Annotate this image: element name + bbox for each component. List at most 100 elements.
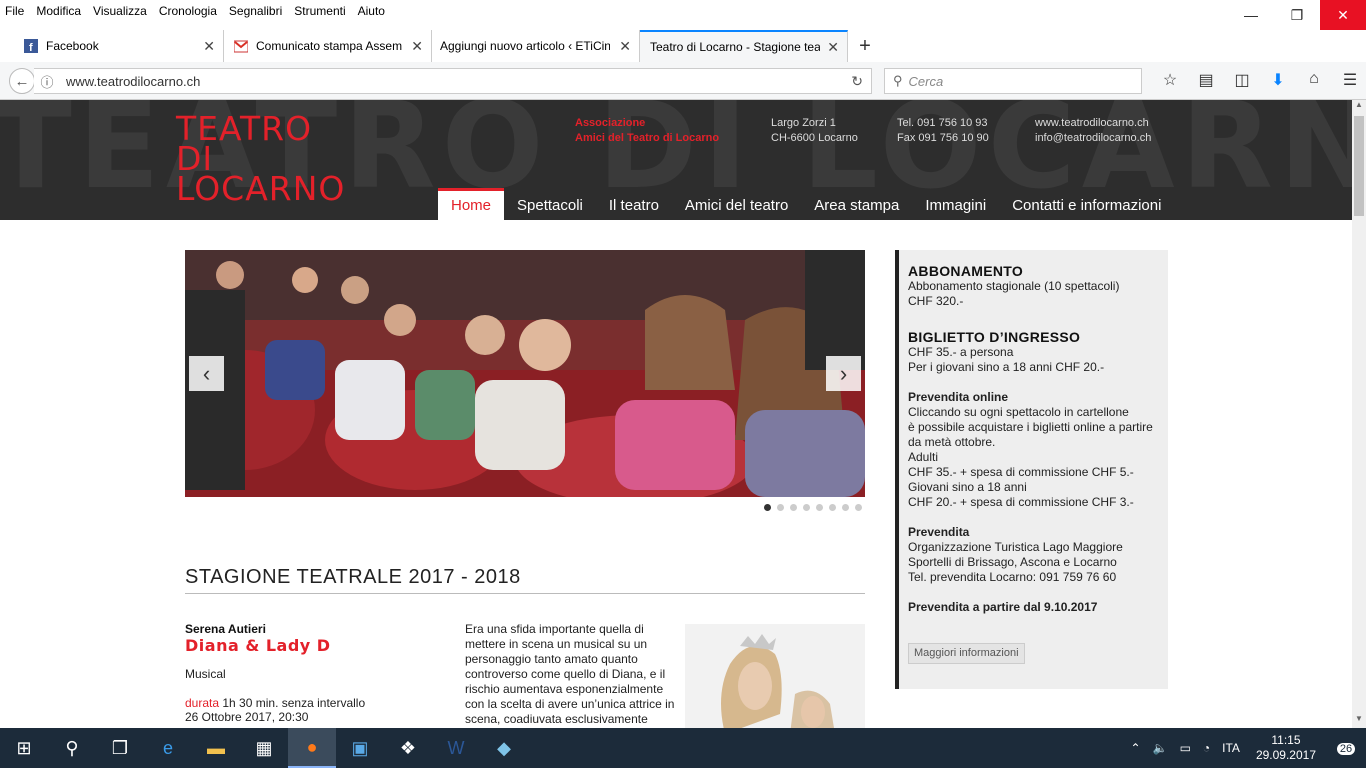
volume-icon[interactable]: 🔈	[1147, 741, 1174, 755]
duration-value: 1h 30 min. senza intervallo	[222, 696, 366, 710]
slider-dot[interactable]	[829, 504, 836, 511]
arrow-left-icon: ←	[14, 72, 30, 90]
prevendita-date: Prevendita a partire dal 9.10.2017	[908, 600, 1098, 614]
battery-icon[interactable]: ▭	[1174, 741, 1197, 755]
address-line: Largo Zorzi 1	[771, 117, 836, 129]
windows-taskbar: ⊞ ⚲ ❐ e ▬ ▦ ● ▣ ❖ W ◆ ⌃ 🔈 ▭ ◔ ITA 11:15 …	[0, 728, 1366, 768]
email-link[interactable]: info@teatrodilocarno.ch	[1035, 131, 1151, 146]
slider-dot[interactable]	[777, 504, 784, 511]
file-explorer-icon[interactable]: ▬	[192, 728, 240, 768]
phone-line: Tel. 091 756 10 93	[897, 117, 988, 129]
close-tab-icon[interactable]: ✕	[411, 38, 423, 55]
slider-dot[interactable]	[855, 504, 862, 511]
tab-facebook[interactable]: f Facebook ✕	[0, 30, 224, 62]
clock-time: 11:15	[1271, 733, 1301, 747]
abbonamento-line: CHF 320.-	[908, 294, 964, 308]
nav-amici-del-teatro[interactable]: Amici del teatro	[672, 188, 801, 220]
close-tab-icon[interactable]: ✕	[203, 38, 215, 55]
nav-home[interactable]: Home	[438, 188, 505, 220]
language-indicator[interactable]: ITA	[1216, 741, 1246, 755]
online-line: Giovani sino a 18 anni	[908, 480, 1027, 494]
reader-icon[interactable]: ▤	[1188, 70, 1224, 90]
menu-file[interactable]: File	[0, 4, 30, 18]
system-tray: ⌃ 🔈 ▭ ◔ ITA 11:15 29.09.2017 26	[1125, 728, 1366, 768]
slider-prev-button[interactable]: ‹	[189, 356, 224, 391]
info-icon[interactable]: ⓘ	[34, 72, 60, 91]
store-icon[interactable]: ▦	[240, 728, 288, 768]
site-header: TEATRO DI LOCARNO TEATRO TEATRO DI LOCAR…	[0, 100, 1352, 220]
menu-icon[interactable]: ☰	[1332, 70, 1366, 90]
tab-gmail[interactable]: Comunicato stampa Assem ✕	[224, 30, 432, 62]
close-window-button[interactable]: ✕	[1320, 0, 1366, 30]
menu-cronologia[interactable]: Cronologia	[153, 4, 223, 18]
prevendita-line: Sportelli di Brissago, Ascona e Locarno	[908, 555, 1117, 569]
close-tab-icon[interactable]: ✕	[827, 39, 839, 56]
notification-count: 26	[1336, 743, 1356, 755]
nav-immagini[interactable]: Immagini	[912, 188, 999, 220]
tab-teatro[interactable]: Teatro di Locarno - Stagione teat ✕	[640, 30, 848, 62]
slider-dot[interactable]	[816, 504, 823, 511]
slider-next-button[interactable]: ›	[826, 356, 861, 391]
url-bar[interactable]: ⓘ www.teatrodilocarno.ch ↻	[34, 68, 872, 94]
wifi-icon[interactable]: ◔	[1197, 741, 1216, 755]
slider-dots	[764, 504, 868, 511]
nav-area-stampa[interactable]: Area stampa	[801, 188, 912, 220]
site-logo[interactable]: TEATRO DI LOCARNO	[176, 112, 345, 205]
edge-icon[interactable]: e	[144, 728, 192, 768]
dropbox-icon[interactable]: ❖	[384, 728, 432, 768]
tab-bar: f Facebook ✕ Comunicato stampa Assem ✕ A…	[0, 30, 1366, 62]
menu-visualizza[interactable]: Visualizza	[87, 4, 153, 18]
firefox-icon[interactable]: ●	[288, 728, 336, 768]
search-input[interactable]: ⚲ Cerca	[884, 68, 1142, 94]
show-duration: durata 1h 30 min. senza intervallo	[185, 696, 445, 710]
menu-modifica[interactable]: Modifica	[30, 4, 87, 18]
prevendita-line: Organizzazione Turistica Lago Maggiore	[908, 540, 1123, 554]
back-button[interactable]: ←	[9, 68, 35, 94]
show-image[interactable]	[685, 624, 865, 728]
windows-start-icon[interactable]: ⊞	[0, 728, 48, 768]
more-info-button[interactable]: Maggiori informazioni	[908, 643, 1025, 664]
reload-icon[interactable]: ↻	[851, 73, 863, 90]
notification-center-icon[interactable]: 26	[1326, 739, 1366, 757]
chevron-up-icon[interactable]: ⌃	[1125, 741, 1147, 755]
tab-eticin[interactable]: Aggiungi nuovo articolo ‹ ETiCin ✕	[432, 30, 640, 62]
notes-icon[interactable]: ◆	[480, 728, 528, 768]
close-tab-icon[interactable]: ✕	[619, 38, 631, 55]
menu-strumenti[interactable]: Strumenti	[288, 4, 351, 18]
menu-segnalibri[interactable]: Segnalibri	[223, 4, 288, 18]
show-author: Serena Autieri	[185, 622, 266, 636]
new-tab-button[interactable]: +	[848, 30, 882, 62]
task-view-icon[interactable]: ❐	[96, 728, 144, 768]
menu-aiuto[interactable]: Aiuto	[352, 4, 391, 18]
nav-contatti[interactable]: Contatti e informazioni	[999, 188, 1174, 220]
slider-dot[interactable]	[842, 504, 849, 511]
online-line: CHF 20.- + spesa di commissione CHF 3.-	[908, 495, 1134, 509]
online-title: Prevendita online	[908, 390, 1009, 404]
home-icon[interactable]: ⌂	[1296, 70, 1332, 90]
association-info[interactable]: Associazione Amici del Teatro di Locarno	[575, 116, 719, 146]
pocket-icon[interactable]: ◫	[1224, 70, 1260, 90]
season-title: STAGIONE TEATRALE 2017 - 2018	[185, 566, 865, 594]
tab-title: Comunicato stampa Assem	[256, 39, 403, 53]
download-icon[interactable]: ⬇	[1260, 70, 1296, 90]
scroll-up-icon[interactable]: ▲	[1352, 100, 1366, 114]
remote-desktop-icon[interactable]: ▣	[336, 728, 384, 768]
word-icon[interactable]: W	[432, 728, 480, 768]
address-line: CH-6600 Locarno	[771, 132, 858, 144]
slider-dot[interactable]	[764, 504, 771, 511]
nav-il-teatro[interactable]: Il teatro	[596, 188, 672, 220]
scrollbar-thumb[interactable]	[1354, 116, 1364, 216]
nav-spettacoli[interactable]: Spettacoli	[504, 188, 596, 220]
minimize-button[interactable]: —	[1228, 0, 1274, 30]
slider-dot[interactable]	[790, 504, 797, 511]
slider-dot[interactable]	[803, 504, 810, 511]
search-icon[interactable]: ⚲	[48, 728, 96, 768]
star-icon[interactable]: ☆	[1152, 70, 1188, 90]
show-title[interactable]: Diana & Lady D	[185, 636, 445, 655]
show-genre: Musical	[185, 667, 226, 681]
website-link[interactable]: www.teatrodilocarno.ch	[1035, 116, 1151, 131]
clock[interactable]: 11:15 29.09.2017	[1246, 733, 1326, 763]
page-scrollbar[interactable]: ▲ ▼	[1352, 100, 1366, 728]
scroll-down-icon[interactable]: ▼	[1352, 714, 1366, 728]
maximize-button[interactable]: ❐	[1274, 0, 1320, 30]
